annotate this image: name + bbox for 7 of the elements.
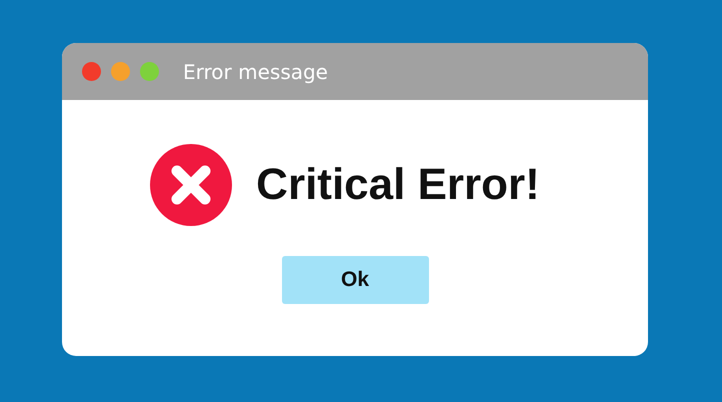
window-title: Error message — [183, 60, 328, 84]
error-message: Critical Error! — [256, 160, 540, 210]
window-control-dot[interactable] — [140, 62, 159, 81]
window-control-dot[interactable] — [82, 62, 101, 81]
ok-button[interactable]: Ok — [282, 256, 428, 304]
window-control-dot[interactable] — [111, 62, 130, 81]
error-icon — [150, 144, 232, 226]
